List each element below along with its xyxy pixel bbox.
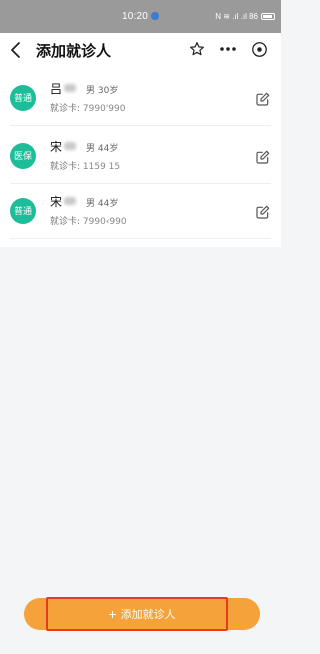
- status-indicators: N ≋ .ıl .ıl 86: [215, 12, 275, 21]
- status-bar: 10:20 N ≋ .ıl .ıl 86: [0, 0, 281, 33]
- redacted-mark: [64, 197, 77, 205]
- patient-list: 普通 吕男 30岁 就诊卡: 7990'990 医保 宋男 44岁 就诊卡: 1…: [0, 67, 281, 247]
- patient-type-badge: 医保: [10, 143, 36, 169]
- patient-name-line: 宋 男 44岁: [50, 193, 118, 210]
- card-line: 就诊卡: 1159 15: [50, 159, 120, 172]
- add-patient-button[interactable]: + 添加就诊人: [24, 598, 260, 630]
- plus-icon: +: [108, 606, 117, 622]
- add-patient-label: 添加就诊人: [120, 609, 176, 621]
- notification-icon: [151, 12, 160, 20]
- card-value: 7990'990: [82, 104, 126, 114]
- list-item[interactable]: 医保 宋 男 44岁 就诊卡: 1159 15: [0, 129, 281, 184]
- patient-name: 吕: [50, 82, 63, 96]
- more-icon[interactable]: [218, 39, 238, 59]
- patient-type-badge: 普通: [10, 198, 36, 224]
- edit-icon[interactable]: [255, 204, 271, 220]
- patient-meta: 男 44岁: [86, 144, 119, 154]
- patient-name: 宋: [50, 195, 63, 209]
- patient-type-badge: 普通: [10, 85, 36, 111]
- patient-meta: 男 44岁: [86, 199, 119, 209]
- edit-icon[interactable]: [255, 149, 271, 165]
- back-icon[interactable]: [9, 41, 25, 59]
- list-item[interactable]: 普通 宋 男 44岁 就诊卡: 7990‹990: [0, 184, 281, 239]
- divider: [10, 125, 271, 126]
- redacted-mark: [64, 142, 77, 150]
- patient-name-line: 吕 男 30岁: [50, 80, 118, 97]
- patient-name: 宋: [50, 140, 63, 154]
- edit-icon[interactable]: [255, 91, 271, 107]
- signal-text: N ≋ .ıl .ıl 86: [215, 12, 258, 21]
- card-line: 就诊卡: 7990'990: [50, 101, 125, 114]
- battery-icon: [261, 13, 275, 20]
- card-line: 就诊卡: 7990‹990: [50, 214, 127, 227]
- page-title: 添加就诊人: [36, 42, 112, 60]
- nav-actions: [187, 39, 269, 59]
- patient-name-line: 宋 男 44岁: [50, 138, 118, 155]
- star-icon[interactable]: [187, 39, 207, 59]
- redacted-mark: [64, 84, 77, 92]
- card-label: 就诊卡:: [50, 217, 81, 227]
- time-text: 10:20: [121, 11, 149, 22]
- list-item[interactable]: 普通 吕 男 30岁 就诊卡: 7990'990: [0, 71, 281, 126]
- patient-meta: 男 30岁: [86, 86, 119, 96]
- nav-bar: 添加就诊人: [0, 33, 281, 67]
- divider: [10, 238, 271, 239]
- card-label: 就诊卡:: [50, 162, 81, 172]
- card-value: 1159 15: [82, 162, 121, 172]
- card-value: 7990‹990: [82, 217, 127, 227]
- close-icon[interactable]: [249, 39, 269, 59]
- card-label: 就诊卡:: [50, 104, 81, 114]
